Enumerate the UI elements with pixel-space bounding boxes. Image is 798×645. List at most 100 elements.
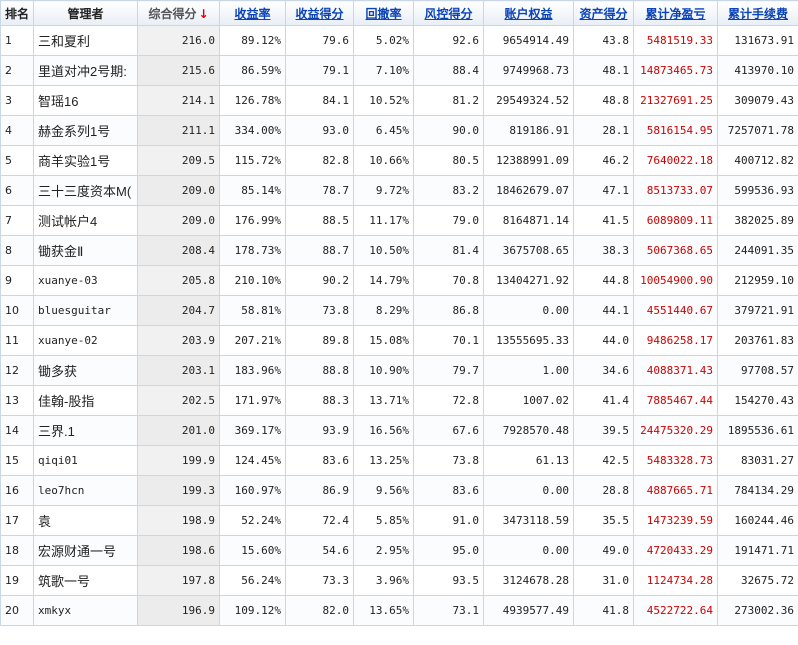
composite-score-cell: 204.7 xyxy=(137,295,220,326)
cum-pnl-cell: 7885467.44 xyxy=(633,385,718,416)
cum-pnl-cell: 1124734.28 xyxy=(633,565,718,596)
equity-cell: 13555695.33 xyxy=(483,325,574,356)
composite-score-cell: 196.9 xyxy=(137,595,220,626)
return-score-cell: 82.8 xyxy=(285,145,354,176)
col-header-risk-score[interactable]: 风控得分 xyxy=(413,0,484,26)
table-row: 8 锄获金Ⅱ 208.4 178.73% 88.7 10.50% 81.4 3675708.6… xyxy=(0,235,798,266)
return-rate-cell: 85.14% xyxy=(219,175,286,206)
return-score-cell: 86.9 xyxy=(285,475,354,506)
drawdown-cell: 5.02% xyxy=(353,25,414,56)
drawdown-cell: 3.96% xyxy=(353,565,414,596)
col-header-return-score[interactable]: 收益得分 xyxy=(285,0,354,26)
cum-pnl-cell: 24475320.29 xyxy=(633,415,718,446)
drawdown-cell: 16.56% xyxy=(353,415,414,446)
manager-name-cell: 宏源财通一号 xyxy=(33,535,138,566)
manager-name-cell: 三和夏利 xyxy=(33,25,138,56)
col-header-cum-fee[interactable]: 累计手续费 xyxy=(717,0,798,26)
col-header-cum-pnl[interactable]: 累计净盈亏 xyxy=(633,0,718,26)
asset-score-cell: 41.5 xyxy=(573,205,634,236)
asset-score-cell: 41.8 xyxy=(573,595,634,626)
col-header-equity-label: 账户权益 xyxy=(504,6,553,21)
table-row: 13 佳翰-股指 202.5 171.97% 88.3 13.71% 72.8 1007.02… xyxy=(0,385,798,416)
col-header-composite-score[interactable]: 综合得分 ↓ xyxy=(137,0,220,26)
cum-fee-cell: 309079.43 xyxy=(717,85,798,116)
cum-fee-cell: 83031.27 xyxy=(717,445,798,476)
manager-name-cell: 锄获金Ⅱ xyxy=(33,235,138,266)
risk-score-cell: 73.8 xyxy=(413,445,484,476)
composite-score-cell: 214.1 xyxy=(137,85,220,116)
cum-fee-cell: 97708.57 xyxy=(717,355,798,386)
return-score-cell: 72.4 xyxy=(285,505,354,536)
cum-pnl-cell: 4551440.67 xyxy=(633,295,718,326)
risk-score-cell: 79.0 xyxy=(413,205,484,236)
manager-name-cell: 智瑶16 xyxy=(33,85,138,116)
composite-score-cell: 203.9 xyxy=(137,325,220,356)
return-score-cell: 73.8 xyxy=(285,295,354,326)
return-rate-cell: 178.73% xyxy=(219,235,286,266)
rank-cell: 6 xyxy=(0,175,34,206)
cum-pnl-cell: 5067368.65 xyxy=(633,235,718,266)
return-rate-cell: 124.45% xyxy=(219,445,286,476)
asset-score-cell: 46.2 xyxy=(573,145,634,176)
manager-name-cell: qiqi01 xyxy=(33,445,138,476)
equity-cell: 18462679.07 xyxy=(483,175,574,206)
col-header-equity[interactable]: 账户权益 xyxy=(483,0,574,26)
drawdown-cell: 13.65% xyxy=(353,595,414,626)
return-rate-cell: 15.60% xyxy=(219,535,286,566)
rank-cell: 2 xyxy=(0,55,34,86)
table-row: 20 xmkyx 196.9 109.12% 82.0 13.65% 73.1 4939577… xyxy=(0,595,798,626)
col-header-asset-score[interactable]: 资产得分 xyxy=(573,0,634,26)
cum-fee-cell: 599536.93 xyxy=(717,175,798,206)
equity-cell: 1007.02 xyxy=(483,385,574,416)
composite-score-cell: 199.9 xyxy=(137,445,220,476)
asset-score-cell: 49.0 xyxy=(573,535,634,566)
composite-score-cell: 201.0 xyxy=(137,415,220,446)
return-rate-cell: 115.72% xyxy=(219,145,286,176)
drawdown-cell: 9.56% xyxy=(353,475,414,506)
col-header-drawdown[interactable]: 回撤率 xyxy=(353,0,414,26)
rank-cell: 13 xyxy=(0,385,34,416)
drawdown-cell: 13.25% xyxy=(353,445,414,476)
equity-cell: 3473118.59 xyxy=(483,505,574,536)
return-rate-cell: 369.17% xyxy=(219,415,286,446)
return-score-cell: 54.6 xyxy=(285,535,354,566)
asset-score-cell: 47.1 xyxy=(573,175,634,206)
rank-cell: 8 xyxy=(0,235,34,266)
cum-pnl-cell: 21327691.25 xyxy=(633,85,718,116)
return-score-cell: 83.6 xyxy=(285,445,354,476)
return-rate-cell: 160.97% xyxy=(219,475,286,506)
cum-fee-cell: 784134.29 xyxy=(717,475,798,506)
cum-pnl-cell: 4887665.71 xyxy=(633,475,718,506)
col-header-cum-fee-label: 累计手续费 xyxy=(727,6,788,21)
cum-fee-cell: 203761.83 xyxy=(717,325,798,356)
sort-desc-icon: ↓ xyxy=(198,6,209,21)
composite-score-cell: 208.4 xyxy=(137,235,220,266)
manager-name-cell: xuanye-03 xyxy=(33,265,138,296)
risk-score-cell: 88.4 xyxy=(413,55,484,86)
manager-name-cell: xmkyx xyxy=(33,595,138,626)
cum-pnl-cell: 10054900.90 xyxy=(633,265,718,296)
ranking-table-body: 1 三和夏利 216.0 89.12% 79.6 5.02% 92.6 9654914.49 4… xyxy=(0,25,798,626)
composite-score-cell: 197.8 xyxy=(137,565,220,596)
drawdown-cell: 10.66% xyxy=(353,145,414,176)
return-rate-cell: 109.12% xyxy=(219,595,286,626)
return-rate-cell: 52.24% xyxy=(219,505,286,536)
cum-fee-cell: 273002.36 xyxy=(717,595,798,626)
col-header-return-rate[interactable]: 收益率 xyxy=(219,0,286,26)
risk-score-cell: 81.4 xyxy=(413,235,484,266)
drawdown-cell: 13.71% xyxy=(353,385,414,416)
manager-name-cell: 里道对冲2号期: xyxy=(33,55,138,86)
rank-cell: 3 xyxy=(0,85,34,116)
col-header-return-rate-label: 收益率 xyxy=(234,6,271,21)
asset-score-cell: 44.0 xyxy=(573,325,634,356)
drawdown-cell: 15.08% xyxy=(353,325,414,356)
rank-cell: 1 xyxy=(0,25,34,56)
cum-pnl-cell: 5483328.73 xyxy=(633,445,718,476)
header-row: 排名 管理者 综合得分 ↓ 收益率 收益得分 回撤率 风控得分 账户权益 资产得分… xyxy=(0,0,798,26)
risk-score-cell: 70.8 xyxy=(413,265,484,296)
risk-score-cell: 93.5 xyxy=(413,565,484,596)
manager-name-cell: 袁 xyxy=(33,505,138,536)
col-header-drawdown-label: 回撤率 xyxy=(365,6,402,21)
composite-score-cell: 205.8 xyxy=(137,265,220,296)
cum-fee-cell: 379721.91 xyxy=(717,295,798,326)
